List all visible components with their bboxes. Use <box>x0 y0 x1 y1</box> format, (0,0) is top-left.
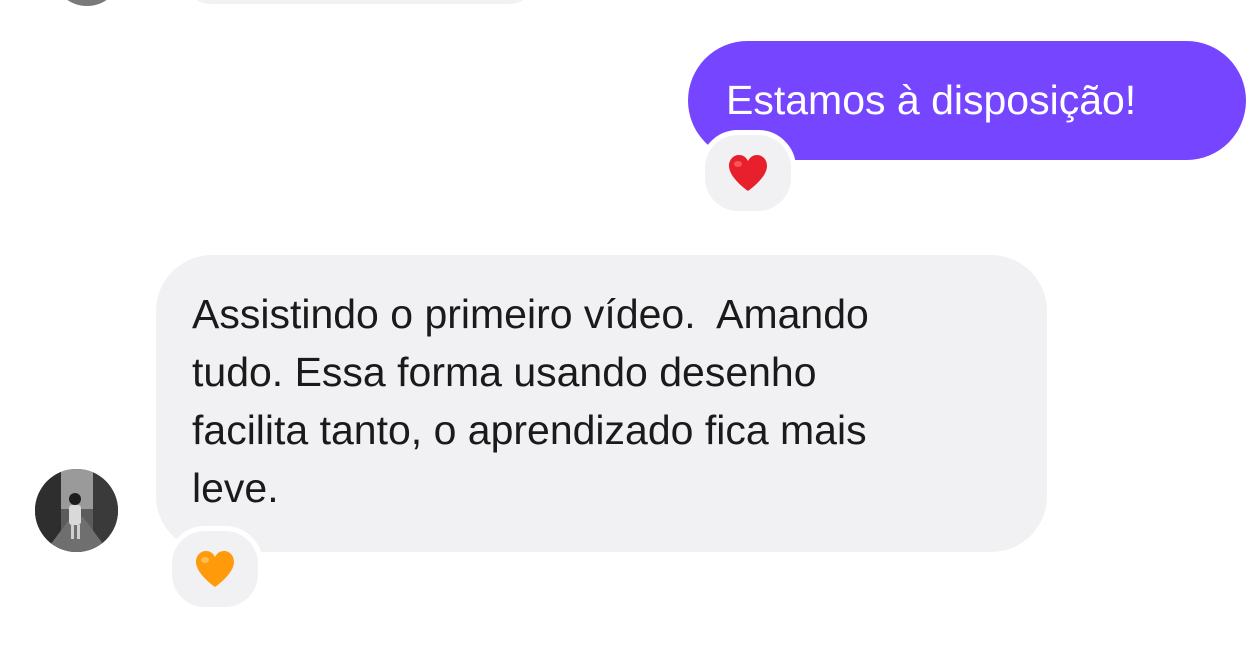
previous-sender-avatar <box>52 0 122 6</box>
previous-message-bubble[interactable] <box>180 0 540 4</box>
red-heart-icon <box>727 153 769 193</box>
incoming-message-line: facilita tanto, o aprendizado fica mais <box>192 407 867 453</box>
incoming-message-line: leve. <box>192 465 279 511</box>
outgoing-message-reaction[interactable] <box>700 130 796 216</box>
incoming-message-bubble[interactable]: Assistindo o primeiro vídeo. Amando tudo… <box>156 255 1047 552</box>
incoming-message-line: tudo. Essa forma usando desenho <box>192 349 817 395</box>
incoming-message-reaction[interactable] <box>167 526 263 612</box>
orange-heart-icon <box>194 549 236 589</box>
outgoing-message-text: Estamos à disposição! <box>726 77 1137 123</box>
sender-avatar[interactable] <box>35 469 118 552</box>
incoming-message-line: Assistindo o primeiro vídeo. Amando <box>192 291 869 337</box>
